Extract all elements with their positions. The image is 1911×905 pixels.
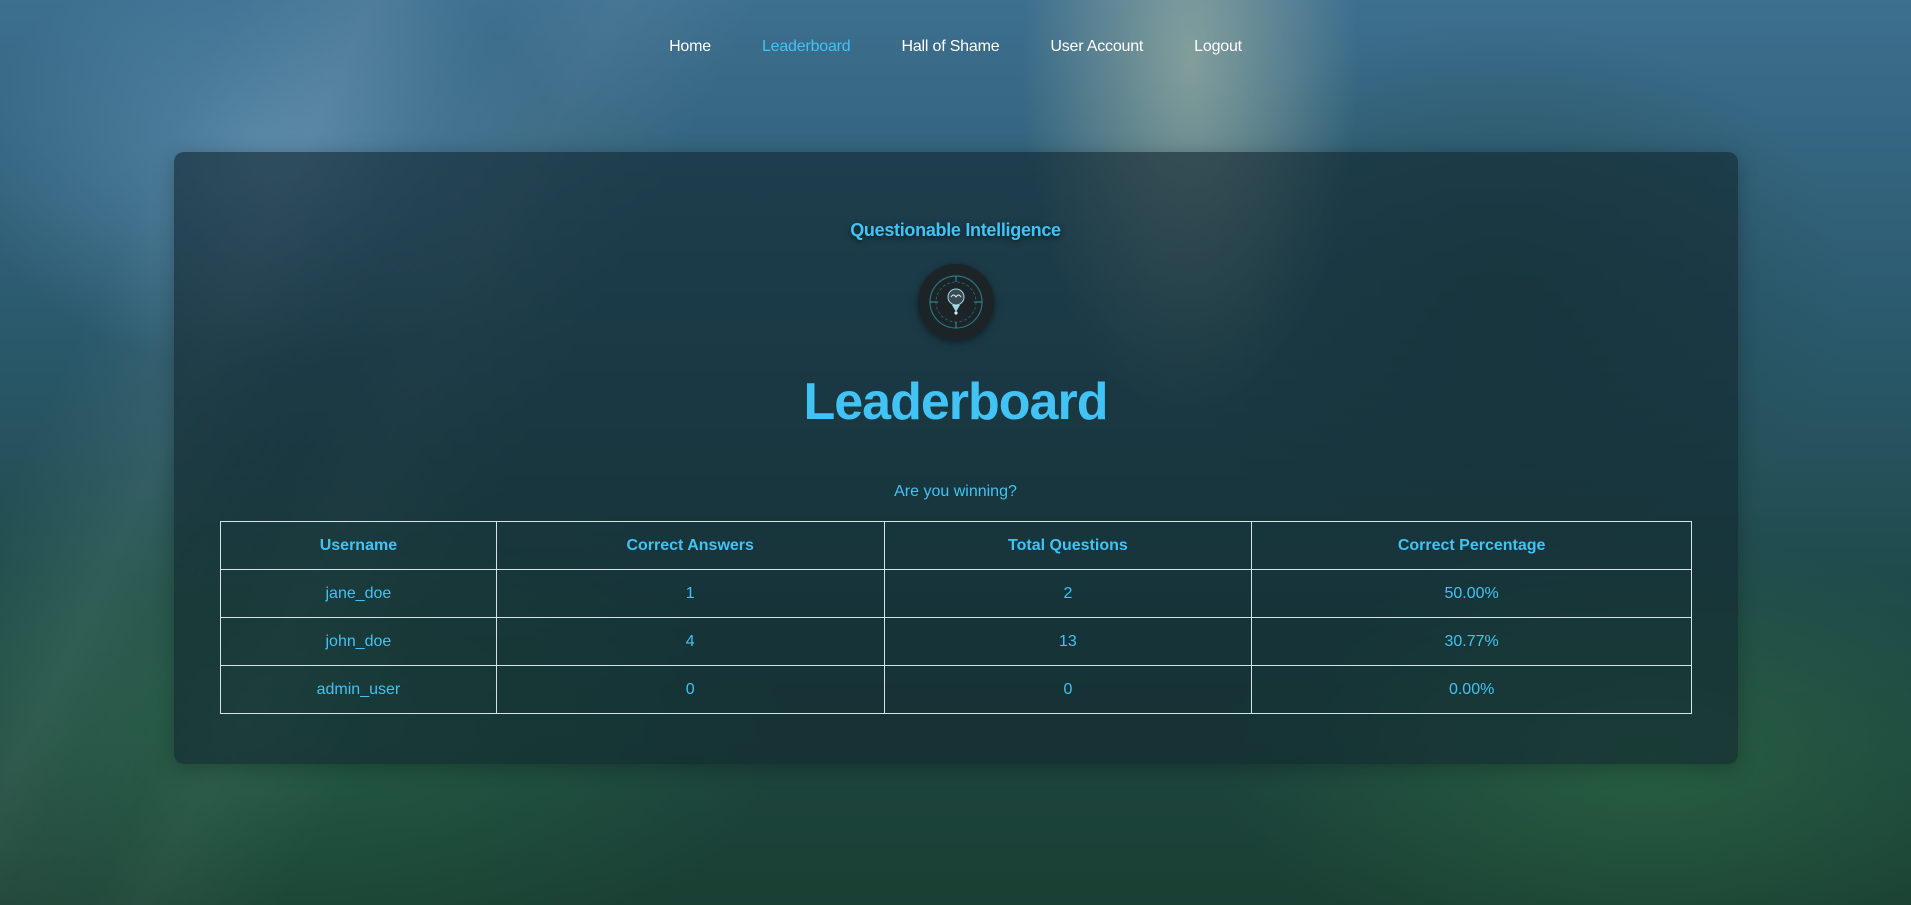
cell-correct-percentage: 50.00% [1251, 569, 1692, 618]
column-header-correct-answers: Correct Answers [495, 521, 885, 570]
column-header-correct-percentage: Correct Percentage [1251, 521, 1692, 570]
table-header-row: Username Correct Answers Total Questions… [220, 521, 1692, 570]
nav-user-account-link[interactable]: User Account [1050, 38, 1143, 56]
cell-correct-percentage: 30.77% [1251, 617, 1692, 666]
leaderboard-table: Username Correct Answers Total Questions… [220, 521, 1692, 714]
column-header-total-questions: Total Questions [883, 521, 1253, 570]
table-row: admin_user 0 0 0.00% [220, 665, 1692, 714]
page-subtitle: Are you winning? [894, 483, 1017, 500]
cell-correct-percentage: 0.00% [1251, 665, 1692, 714]
cell-correct-answers: 4 [495, 617, 885, 666]
cell-correct-answers: 1 [495, 569, 885, 618]
cell-correct-answers: 0 [495, 665, 885, 714]
cell-username: admin_user [220, 665, 497, 714]
nav-hall-of-shame-link[interactable]: Hall of Shame [902, 38, 1000, 56]
column-header-username: Username [220, 521, 497, 570]
cell-total-questions: 0 [883, 665, 1253, 714]
nav-logout-link[interactable]: Logout [1194, 38, 1242, 56]
cell-username: jane_doe [220, 569, 497, 618]
cell-total-questions: 2 [883, 569, 1253, 618]
nav-leaderboard-link[interactable]: Leaderboard [762, 38, 851, 56]
cell-total-questions: 13 [883, 617, 1253, 666]
main-nav: Home Leaderboard Hall of Shame User Acco… [0, 38, 1911, 56]
table-row: jane_doe 1 2 50.00% [220, 569, 1692, 618]
brand-name: Questionable Intelligence [850, 220, 1061, 240]
cell-username: john_doe [220, 617, 497, 666]
brain-circuit-logo-icon [918, 264, 994, 340]
page-title: Leaderboard [803, 373, 1109, 431]
table-row: john_doe 4 13 30.77% [220, 617, 1692, 666]
nav-home-link[interactable]: Home [669, 38, 711, 56]
